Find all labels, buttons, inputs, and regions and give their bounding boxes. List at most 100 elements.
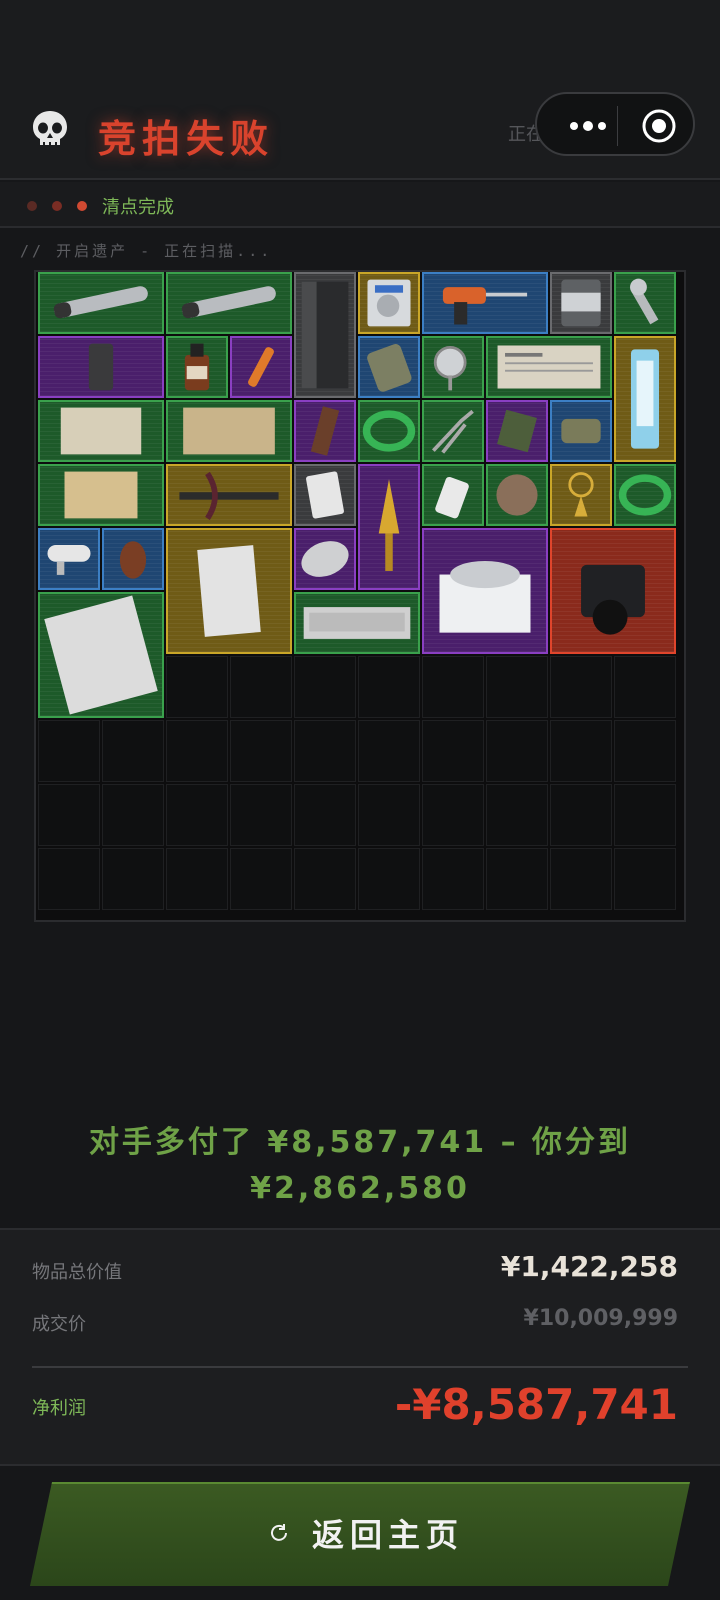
armor-plate-item[interactable] (294, 272, 356, 398)
magazine-item[interactable] (38, 592, 164, 718)
grid-cell (550, 848, 612, 910)
return-home-button[interactable]: 返回主页 (30, 1482, 690, 1586)
grid-cell (166, 720, 228, 782)
pliers-item[interactable] (422, 400, 484, 462)
letters-item[interactable] (38, 464, 164, 526)
grid-cell (38, 720, 100, 782)
status-text: 清点完成 (102, 197, 174, 218)
grid-cell (166, 784, 228, 846)
grid-cell (294, 848, 356, 910)
bag-item[interactable] (358, 336, 420, 398)
clipboard-item[interactable] (166, 528, 292, 654)
grid-cell (614, 656, 676, 718)
card-item[interactable] (294, 464, 356, 526)
grid-cell (358, 720, 420, 782)
grid-cell (166, 656, 228, 718)
inventory-grid (34, 270, 686, 922)
grid-cell (422, 848, 484, 910)
grid-cell (294, 656, 356, 718)
result-message-line2: ¥2,862,580 (250, 1171, 470, 1206)
egg-item[interactable] (294, 528, 356, 590)
return-home-label: 返回主页 (312, 1516, 465, 1554)
gold-dagger-item[interactable] (358, 464, 420, 590)
tube-item-2[interactable] (166, 272, 292, 334)
can-item[interactable] (550, 272, 612, 334)
grid-cell (486, 848, 548, 910)
green-cable-item-2[interactable] (614, 464, 676, 526)
map-item[interactable] (166, 400, 292, 462)
grid-cell (358, 848, 420, 910)
centrifuge-item[interactable] (422, 528, 548, 654)
deal-price-label: 成交价 (32, 1314, 86, 1335)
pendant-item[interactable] (550, 464, 612, 526)
grid-cell (294, 784, 356, 846)
skull-icon (33, 111, 67, 147)
result-message-line1: 对手多付了 ¥8,587,741 – 你分到 (88, 1125, 632, 1160)
refresh-icon (271, 1524, 287, 1541)
net-profit-label: 净利润 (32, 1398, 86, 1419)
tube-orange-item[interactable] (230, 336, 292, 398)
grid-cell (230, 848, 292, 910)
grid-cell (230, 720, 292, 782)
grid-cell (486, 656, 548, 718)
glue-item[interactable] (422, 464, 484, 526)
scan-text: // 开启遗产 - 正在扫描... (20, 242, 273, 260)
gauge-item[interactable] (422, 336, 484, 398)
grid-cell (550, 656, 612, 718)
grid-cell (294, 720, 356, 782)
camera-item[interactable] (38, 528, 100, 590)
grid-cell (166, 848, 228, 910)
plate-item[interactable] (38, 336, 164, 398)
progress-dot (52, 201, 62, 211)
syringe-item[interactable] (614, 336, 676, 462)
more-icon[interactable] (565, 116, 611, 136)
grid-cell (38, 848, 100, 910)
circuit-item[interactable] (486, 400, 548, 462)
summary-divider (32, 1366, 688, 1368)
wrench-item[interactable] (614, 272, 676, 334)
grid-cell (102, 720, 164, 782)
grid-cell (422, 720, 484, 782)
close-target-icon[interactable] (641, 108, 677, 144)
drill-item[interactable] (422, 272, 548, 334)
coin-item[interactable] (486, 464, 548, 526)
page-title: 竞拍失败 (98, 117, 275, 161)
grid-cell (230, 656, 292, 718)
old-paper-item[interactable] (38, 400, 164, 462)
newspaper-item[interactable] (486, 336, 612, 398)
tube-item[interactable] (38, 272, 164, 334)
grid-cell (614, 848, 676, 910)
bottle-item[interactable] (166, 336, 228, 398)
bird-statue-item[interactable] (102, 528, 164, 590)
grid-cell (102, 784, 164, 846)
grid-cell (358, 784, 420, 846)
grid-cell (38, 784, 100, 846)
grid-cell (422, 656, 484, 718)
grid-cell (230, 784, 292, 846)
keyboard-item[interactable] (294, 592, 420, 654)
progress-dot-active (77, 201, 87, 211)
capsule-divider (617, 106, 618, 146)
hdd-item[interactable] (358, 272, 420, 334)
grid-cell (422, 784, 484, 846)
green-cable-item[interactable] (358, 400, 420, 462)
summary-panel: 物品总价值 ¥1,422,258 成交价 ¥10,009,999 净利润 -¥8… (0, 1228, 720, 1466)
status-bar: 清点完成 (0, 182, 720, 228)
snack-item[interactable] (294, 400, 356, 462)
grid-cell (102, 848, 164, 910)
grid-cell (550, 784, 612, 846)
header: 竞拍失败 正在还原遗产情... (0, 0, 720, 180)
tin-can-item[interactable] (550, 400, 612, 462)
grid-cell (614, 784, 676, 846)
total-value-label: 物品总价值 (32, 1262, 122, 1283)
total-value: ¥1,422,258 (500, 1250, 678, 1283)
mini-program-capsule (535, 92, 695, 156)
grid-cell (358, 656, 420, 718)
grid-cell (614, 720, 676, 782)
result-message: 对手多付了 ¥8,587,741 – 你分到 ¥2,862,580 (0, 1120, 720, 1212)
video-camera-item[interactable] (550, 528, 676, 654)
crossbow-item[interactable] (166, 464, 292, 526)
deal-price-value: ¥10,009,999 (523, 1306, 678, 1331)
grid-cell (486, 720, 548, 782)
grid-cell (486, 784, 548, 846)
